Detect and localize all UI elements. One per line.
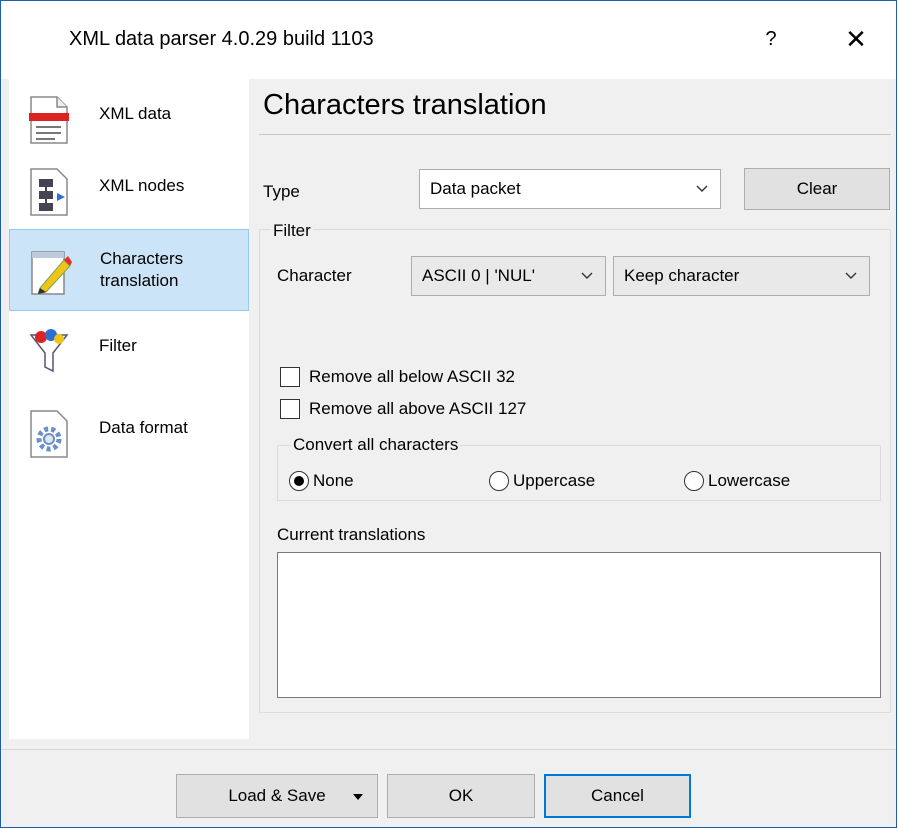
- gear-document-icon: [30, 410, 68, 458]
- chevron-down-icon: [696, 185, 708, 192]
- character-dropdown[interactable]: ASCII 0 | 'NUL': [411, 256, 606, 296]
- sidebar-item-label: Filter: [99, 336, 137, 355]
- close-button[interactable]: ✕: [831, 19, 881, 59]
- chevron-down-icon: [845, 272, 857, 279]
- radio-uppercase-label[interactable]: Uppercase: [513, 471, 595, 491]
- convert-caption: Convert all characters: [291, 435, 461, 455]
- sidebar-item-xml-data[interactable]: XML data: [9, 79, 249, 161]
- character-dropdown-value: ASCII 0 | 'NUL': [422, 266, 535, 285]
- radio-none[interactable]: [289, 471, 309, 491]
- load-save-button[interactable]: Load & Save: [176, 774, 378, 818]
- page-title: Characters translation: [263, 89, 547, 121]
- radio-lowercase[interactable]: [684, 471, 704, 491]
- window-title: XML data parser 4.0.29 build 1103: [69, 28, 374, 50]
- sidebar-item-label: Characters translation: [100, 248, 183, 292]
- dropdown-arrow-icon: [353, 794, 363, 800]
- sidebar-item-characters-translation[interactable]: Characters translation: [9, 229, 249, 311]
- type-dropdown[interactable]: Data packet: [419, 169, 721, 209]
- type-label: Type: [263, 182, 300, 201]
- xml-document-icon: [29, 96, 69, 144]
- chevron-down-icon: [581, 272, 593, 279]
- remove-above-label[interactable]: Remove all above ASCII 127: [309, 399, 526, 419]
- sidebar-item-data-format[interactable]: Data format: [9, 393, 249, 475]
- current-translations-label: Current translations: [277, 525, 426, 544]
- remove-below-label[interactable]: Remove all below ASCII 32: [309, 367, 515, 387]
- title-divider: [259, 134, 891, 135]
- sidebar-item-label-line1: Characters: [100, 249, 184, 268]
- radio-none-label[interactable]: None: [313, 471, 354, 491]
- sidebar-item-label: XML nodes: [99, 176, 185, 195]
- filter-funnel-icon: [29, 329, 69, 373]
- sidebar-item-label: XML data: [99, 104, 172, 123]
- cancel-button[interactable]: Cancel: [544, 774, 691, 818]
- sidebar-item-xml-nodes[interactable]: XML nodes: [9, 151, 249, 233]
- remove-below-checkbox[interactable]: [280, 367, 300, 387]
- title-bar: XML data parser 4.0.29 build 1103 ? ✕: [1, 1, 896, 79]
- current-translations-list[interactable]: [277, 552, 881, 698]
- ok-button[interactable]: OK: [387, 774, 535, 818]
- load-save-label: Load & Save: [228, 786, 326, 805]
- sidebar-item-label-line2: translation: [100, 271, 179, 290]
- help-button[interactable]: ?: [749, 19, 793, 59]
- clear-button[interactable]: Clear: [744, 168, 890, 210]
- sidebar-item-filter[interactable]: Filter: [9, 311, 249, 393]
- character-label: Character: [277, 266, 352, 285]
- character-action-dropdown[interactable]: Keep character: [613, 256, 870, 296]
- remove-above-checkbox[interactable]: [280, 399, 300, 419]
- sidebar: XML data XML nodes Characters translatio…: [9, 79, 249, 739]
- type-dropdown-value: Data packet: [430, 179, 521, 198]
- sidebar-item-label: Data format: [99, 418, 188, 437]
- filter-caption: Filter: [271, 221, 313, 241]
- radio-lowercase-label[interactable]: Lowercase: [708, 471, 790, 491]
- pencil-edit-icon: [31, 251, 72, 295]
- character-action-value: Keep character: [624, 266, 740, 285]
- radio-selected-dot: [294, 476, 304, 486]
- xml-nodes-icon: [30, 168, 68, 216]
- dialog-window: XML data parser 4.0.29 build 1103 ? ✕ XM…: [0, 0, 897, 828]
- radio-uppercase[interactable]: [489, 471, 509, 491]
- footer-divider: [1, 749, 896, 750]
